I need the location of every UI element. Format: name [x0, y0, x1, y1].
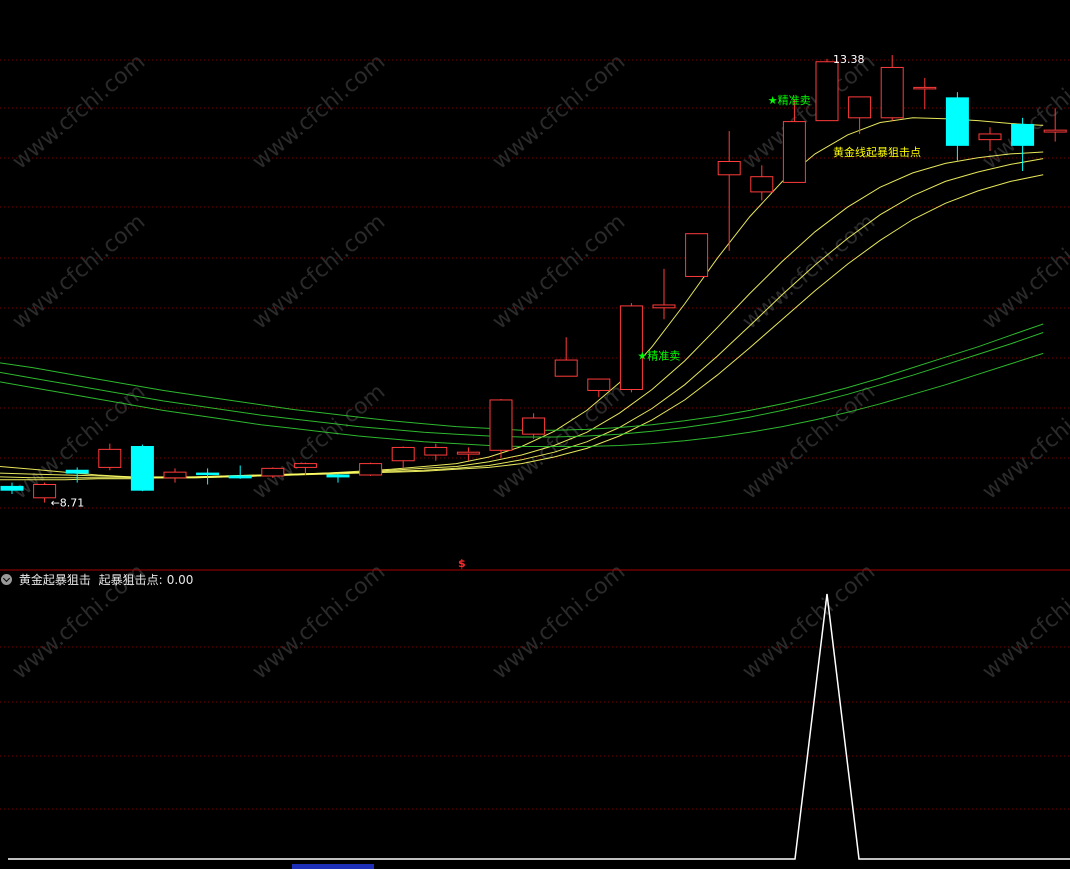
panel-settings-icon[interactable]	[1, 574, 12, 585]
candle-body	[848, 96, 872, 119]
candle-body	[424, 446, 448, 456]
candle-body	[880, 66, 904, 119]
date-cursor-tag	[292, 864, 374, 869]
candle-body	[261, 467, 285, 477]
candle-body	[913, 86, 937, 90]
candle	[261, 467, 285, 478]
candle-body	[978, 133, 1002, 141]
candle	[619, 303, 643, 393]
candle	[815, 58, 839, 122]
chart-annotation: ★精准卖	[637, 349, 680, 362]
candle-body	[587, 378, 611, 391]
candle-body	[196, 472, 220, 476]
candle-body	[293, 463, 317, 468]
candle	[685, 233, 709, 277]
indicator-panel-title: 黄金起暴狙击 起暴狙击点: 0.00	[0, 572, 197, 588]
candle-body	[98, 448, 122, 468]
chart-annotation: 13.38	[833, 53, 865, 66]
candle	[130, 444, 154, 492]
candle-body	[228, 475, 252, 479]
chart-annotation: ★精准卖	[768, 94, 811, 107]
indicator-value: 0.00	[166, 573, 194, 587]
candle-body	[652, 304, 676, 309]
candle-body	[945, 97, 969, 146]
candle-body	[489, 399, 513, 451]
candle-body	[619, 305, 643, 390]
candle-body	[815, 61, 839, 122]
candle-body	[65, 469, 89, 474]
candle-body	[0, 485, 24, 491]
chart-annotation: 黄金线起暴狙击点	[833, 145, 921, 159]
candle-body	[1043, 129, 1067, 133]
candle-body	[522, 417, 546, 435]
indicator-value-label: 起暴狙击点:	[98, 573, 163, 587]
candle-body	[1011, 123, 1035, 146]
candle-body	[130, 446, 154, 491]
candle	[489, 399, 513, 458]
candle-body	[163, 471, 187, 479]
candle-body	[554, 359, 578, 377]
candle-body	[359, 463, 383, 476]
indicator-name: 黄金起暴狙击	[18, 573, 91, 587]
candle-body	[456, 451, 480, 455]
stock-chart[interactable]: www.cfchi.com www.cfchi.com www.cfchi.com w…	[0, 0, 1070, 869]
chart-annotation: ←8.71	[51, 497, 85, 510]
candle-body	[782, 121, 806, 183]
candle	[359, 462, 383, 476]
candle-body	[685, 233, 709, 277]
candle-body	[326, 474, 350, 478]
candle-body	[750, 176, 774, 193]
candle-body	[391, 446, 415, 462]
divider-marker: $	[458, 557, 466, 570]
candle-body	[717, 161, 741, 176]
